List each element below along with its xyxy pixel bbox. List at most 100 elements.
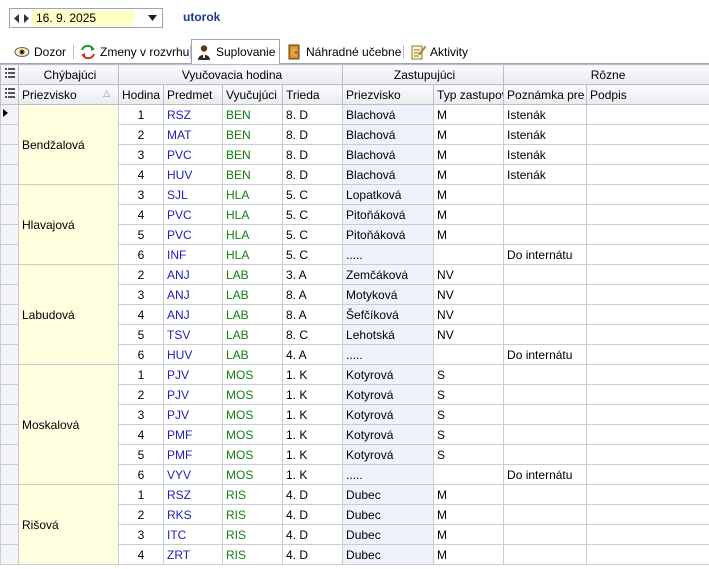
subject-cell[interactable]: ANJ <box>163 264 223 285</box>
teacher-code-cell[interactable]: LAB <box>222 324 283 345</box>
teacher-code-cell[interactable]: MOS <box>222 444 283 465</box>
date-value[interactable]: 16. 9. 2025 <box>32 10 134 26</box>
substitution-type-cell[interactable]: M <box>433 184 505 205</box>
class-cell[interactable]: 8. D <box>281 124 344 145</box>
note-cell[interactable]: Do internátu <box>503 244 588 265</box>
signature-cell[interactable] <box>586 124 709 145</box>
lesson-number-cell[interactable]: 4 <box>118 424 164 445</box>
class-cell[interactable]: 4. D <box>281 524 344 545</box>
class-cell[interactable]: 4. D <box>281 484 344 505</box>
teacher-code-cell[interactable]: BEN <box>222 104 283 125</box>
signature-cell[interactable] <box>586 424 709 445</box>
table-row[interactable]: Moskalová 1 PJV MOS 1. K Kotyrová S <box>0 364 709 485</box>
substitute-cell[interactable]: Kotyrová <box>342 424 435 445</box>
signature-cell[interactable] <box>586 504 709 525</box>
signature-cell[interactable] <box>586 164 709 185</box>
class-cell[interactable]: 5. C <box>281 224 344 245</box>
substitution-type-cell[interactable]: NV <box>433 284 505 305</box>
subject-cell[interactable]: ANJ <box>163 284 223 305</box>
lesson-number-cell[interactable]: 3 <box>118 284 164 305</box>
lesson-number-cell[interactable]: 4 <box>118 304 164 325</box>
class-cell[interactable]: 1. K <box>281 364 344 385</box>
row-selector[interactable] <box>0 324 19 345</box>
group-header-chybajuci[interactable]: Chýbajúci <box>18 64 119 85</box>
subject-cell[interactable]: PMF <box>163 424 223 445</box>
chevron-down-icon[interactable] <box>144 10 161 26</box>
row-selector[interactable] <box>0 544 19 565</box>
date-picker[interactable]: 16. 9. 2025 <box>9 8 163 28</box>
class-cell[interactable]: 8. C <box>281 324 344 345</box>
lesson-number-cell[interactable]: 1 <box>118 484 164 505</box>
note-cell[interactable]: Istenák <box>503 164 588 185</box>
table-row[interactable]: Hlavajová 3 SJL HLA 5. C Lopatková M <box>0 184 709 265</box>
row-selector[interactable] <box>0 204 19 225</box>
lesson-number-cell[interactable]: 1 <box>118 104 164 125</box>
signature-cell[interactable] <box>586 204 709 225</box>
lesson-number-cell[interactable]: 3 <box>118 144 164 165</box>
class-cell[interactable]: 1. K <box>281 464 344 485</box>
substitute-cell[interactable]: Šefčíková <box>342 304 435 325</box>
note-cell[interactable] <box>503 364 588 385</box>
teacher-code-cell[interactable]: MOS <box>222 404 283 425</box>
note-cell[interactable] <box>503 504 588 525</box>
substitute-cell[interactable]: Blachová <box>342 164 435 185</box>
signature-cell[interactable] <box>586 464 709 485</box>
substitute-cell[interactable]: Dubec <box>342 504 435 525</box>
column-header-hodina[interactable]: Hodina <box>118 84 164 105</box>
substitute-cell[interactable]: Dubec <box>342 544 435 565</box>
lesson-number-cell[interactable]: 3 <box>118 404 164 425</box>
group-header-vyucovacia-hodina[interactable]: Vyučovacia hodina <box>117 64 344 85</box>
note-cell[interactable] <box>503 524 588 545</box>
signature-cell[interactable] <box>586 444 709 465</box>
row-selector[interactable] <box>0 184 19 205</box>
teacher-code-cell[interactable]: MOS <box>222 364 283 385</box>
teacher-code-cell[interactable]: BEN <box>222 164 283 185</box>
teacher-code-cell[interactable]: HLA <box>222 204 283 225</box>
subject-cell[interactable]: ZRT <box>163 544 223 565</box>
substitute-cell[interactable]: Blachová <box>342 104 435 125</box>
lesson-number-cell[interactable]: 3 <box>118 184 164 205</box>
subject-cell[interactable]: PJV <box>163 364 223 385</box>
substitute-cell[interactable]: Lopatková <box>342 184 435 205</box>
subject-cell[interactable]: RSZ <box>163 104 223 125</box>
lesson-number-cell[interactable]: 4 <box>118 544 164 565</box>
table-row[interactable]: Rišová 1 RSZ RIS 4. D Dubec M <box>0 484 709 565</box>
teacher-code-cell[interactable]: MOS <box>222 384 283 405</box>
absent-teacher-cell[interactable]: Hlavajová <box>18 184 119 265</box>
substitute-cell[interactable]: ..... <box>342 344 435 365</box>
substitute-cell[interactable]: Pitoňáková <box>342 204 435 225</box>
subject-cell[interactable]: ITC <box>163 524 223 545</box>
subject-cell[interactable]: TSV <box>163 324 223 345</box>
class-cell[interactable]: 1. K <box>281 424 344 445</box>
group-header-zastupujuci[interactable]: Zastupujúci <box>342 64 505 85</box>
note-cell[interactable]: Istenák <box>503 104 588 125</box>
teacher-code-cell[interactable]: HLA <box>222 244 283 265</box>
row-selector[interactable] <box>0 384 19 405</box>
note-cell[interactable] <box>503 444 588 465</box>
note-cell[interactable] <box>503 304 588 325</box>
lesson-number-cell[interactable]: 2 <box>118 504 164 525</box>
lesson-number-cell[interactable]: 4 <box>118 164 164 185</box>
subject-cell[interactable]: INF <box>163 244 223 265</box>
lesson-number-cell[interactable]: 6 <box>118 344 164 365</box>
signature-cell[interactable] <box>586 344 709 365</box>
row-selector[interactable] <box>0 464 19 485</box>
column-header-priezvisko[interactable]: Priezvisko △ <box>18 84 119 105</box>
row-selector[interactable] <box>0 524 19 545</box>
substitution-type-cell[interactable]: S <box>433 424 505 445</box>
tab-zmeny-v-rozvrhu[interactable]: Zmeny v rozvrhu <box>76 40 193 64</box>
substitution-type-cell[interactable]: M <box>433 484 505 505</box>
column-header-predmet[interactable]: Predmet <box>163 84 223 105</box>
row-selector[interactable] <box>0 364 19 385</box>
substitute-cell[interactable]: Kotyrová <box>342 384 435 405</box>
class-cell[interactable]: 4. A <box>281 344 344 365</box>
class-cell[interactable]: 8. A <box>281 304 344 325</box>
table-row[interactable]: Bendžalová 1 RSZ BEN 8. D Blachová M Istenák <box>0 104 709 185</box>
signature-cell[interactable] <box>586 244 709 265</box>
subject-cell[interactable]: MAT <box>163 124 223 145</box>
row-selector[interactable] <box>0 144 19 165</box>
lesson-number-cell[interactable]: 5 <box>118 444 164 465</box>
substitution-type-cell[interactable]: M <box>433 144 505 165</box>
substitute-cell[interactable]: Kotyrová <box>342 404 435 425</box>
substitution-type-cell[interactable]: S <box>433 384 505 405</box>
